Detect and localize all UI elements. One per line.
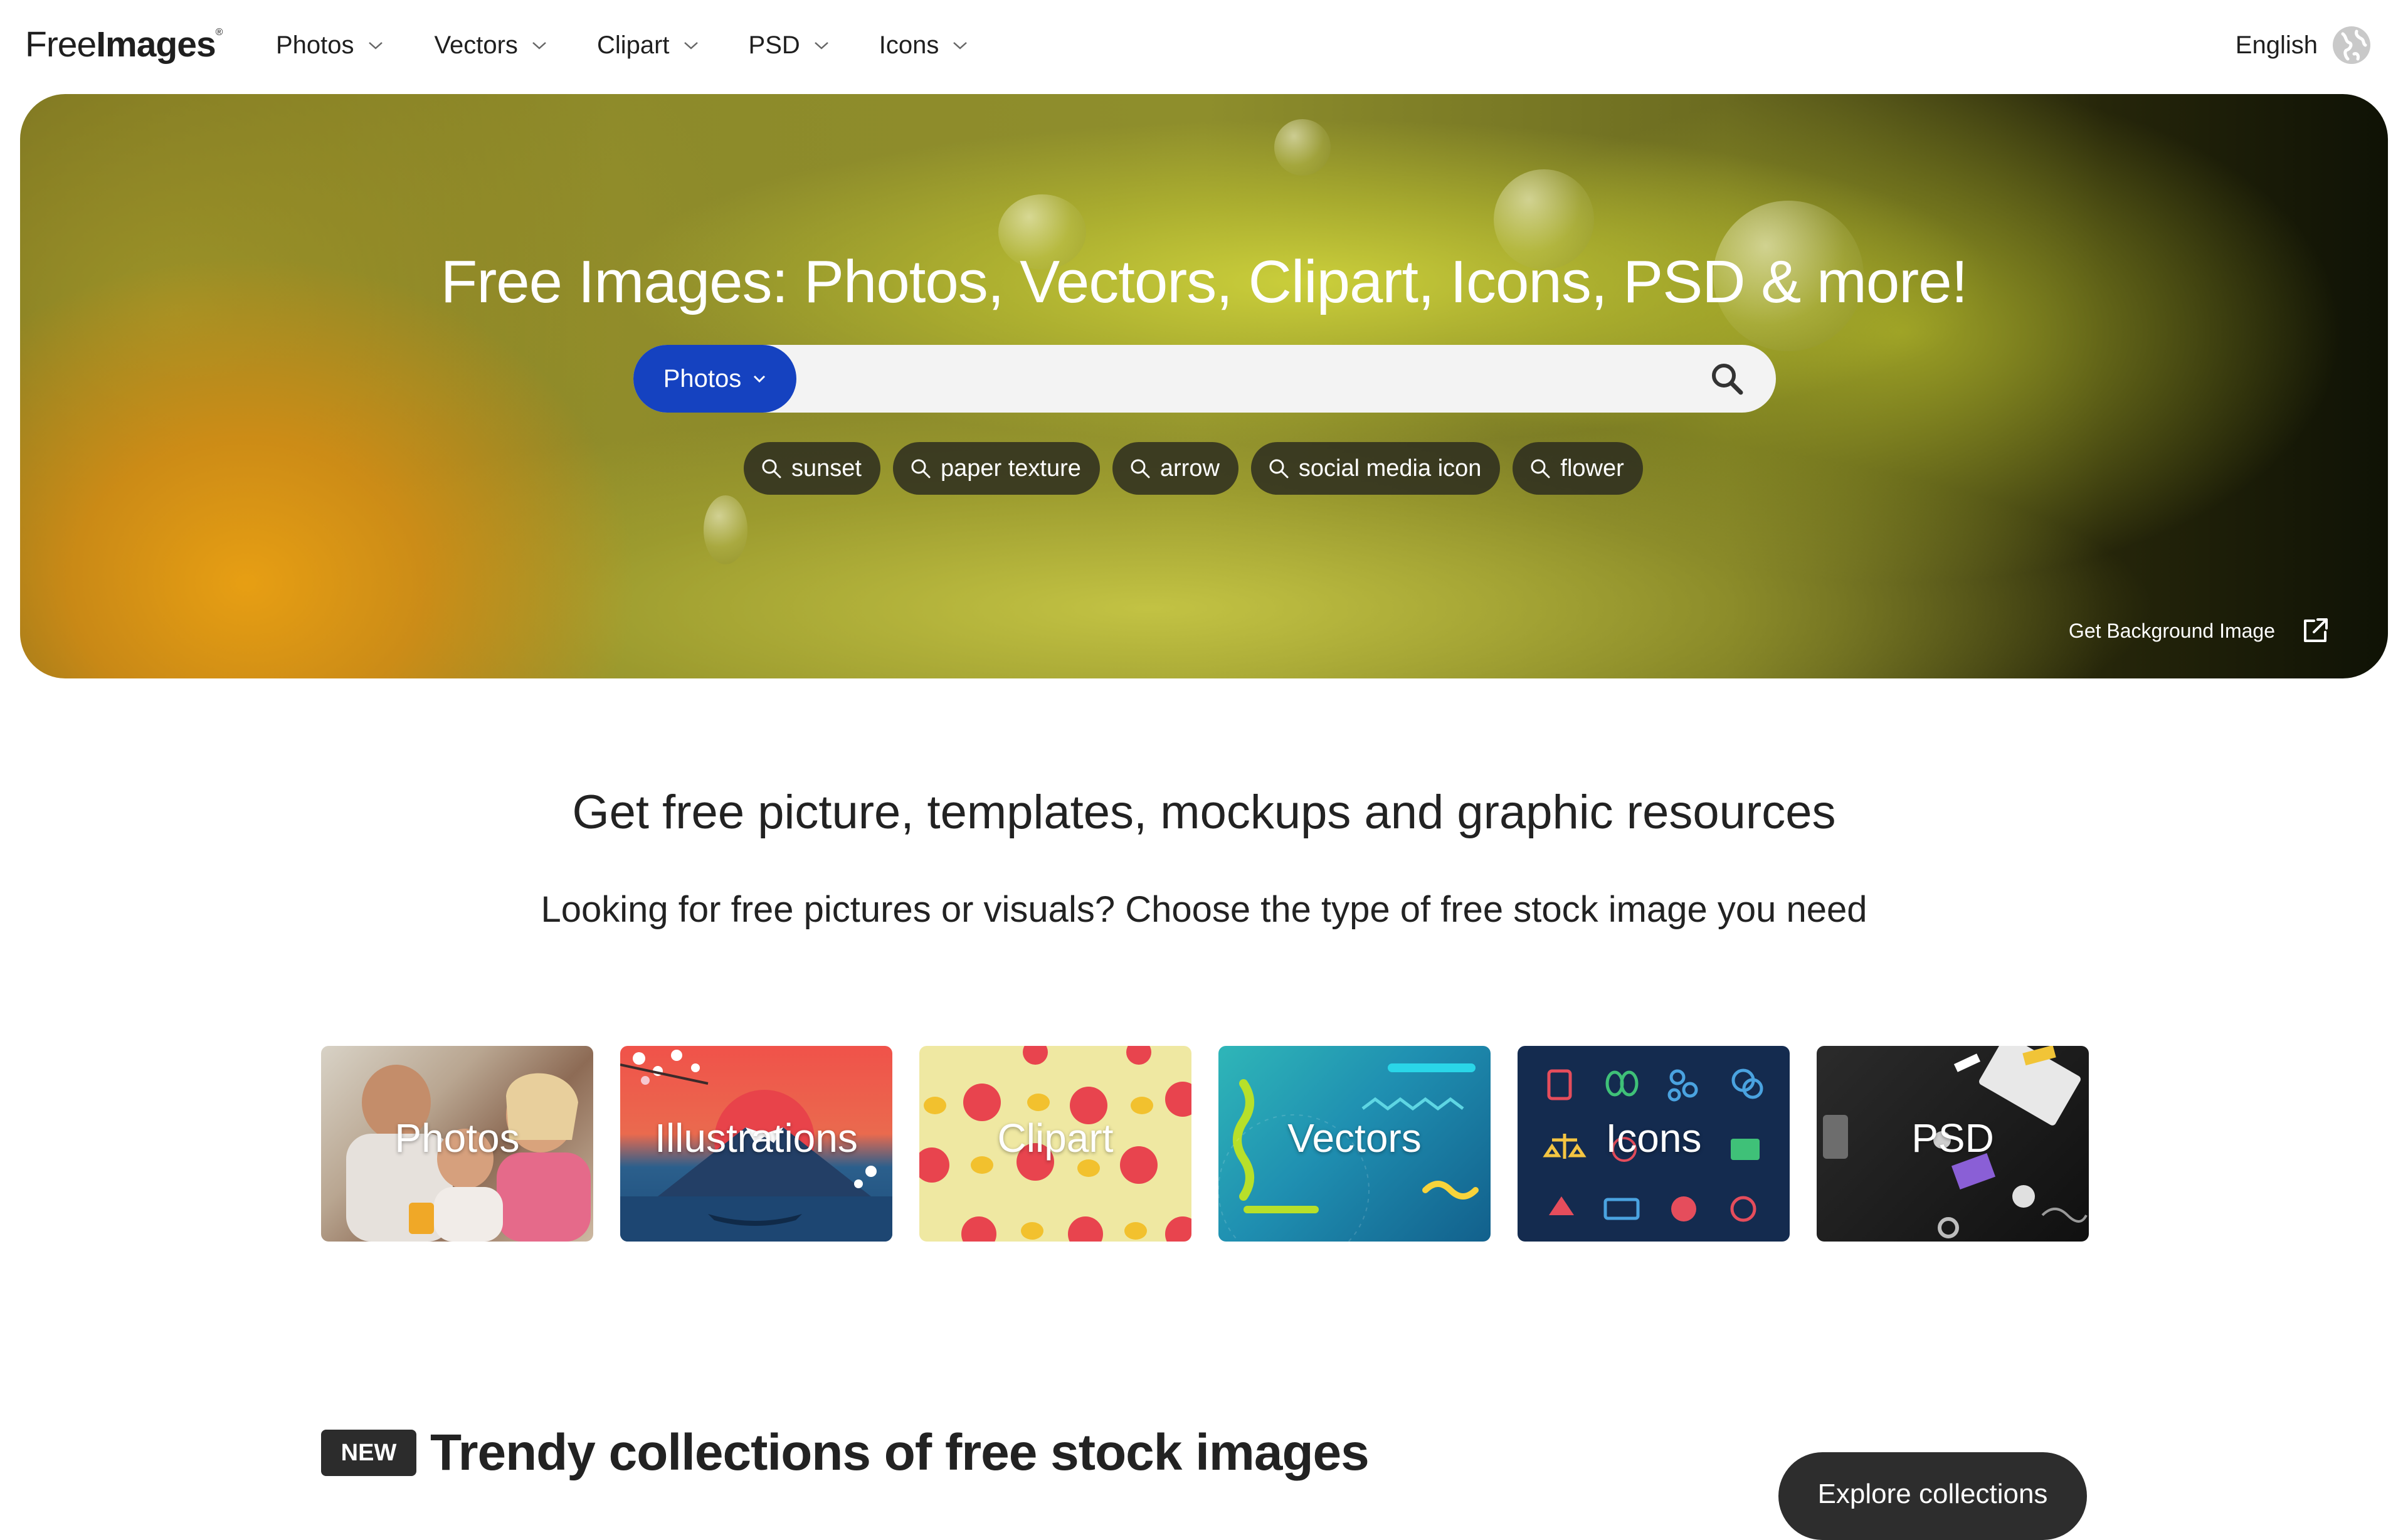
- search-icon: [762, 459, 781, 478]
- search-bar: Photos: [633, 345, 1776, 414]
- menu-item-label: PSD: [748, 31, 800, 59]
- category-tile-label: Icons: [1605, 1115, 1702, 1161]
- chevron-down-icon: [754, 375, 766, 383]
- hero-banner: Free Images: Photos, Vectors, Clipart, I…: [20, 94, 2388, 678]
- menu-item-vectors[interactable]: Vectors: [435, 31, 547, 60]
- menu-item-icons[interactable]: Icons: [879, 31, 968, 60]
- search-tag-label: flower: [1560, 455, 1624, 482]
- category-tile-label: Clipart: [997, 1115, 1114, 1161]
- search-tag[interactable]: arrow: [1112, 442, 1238, 495]
- category-tile-illustrations[interactable]: Illustrations: [620, 1046, 892, 1242]
- search-icon: [911, 459, 931, 478]
- search-tag-label: social media icon: [1298, 455, 1482, 482]
- external-link-icon: [2304, 618, 2328, 642]
- search-tag[interactable]: social media icon: [1250, 442, 1501, 495]
- explore-collections-button[interactable]: Explore collections: [1778, 1452, 2087, 1540]
- category-tile-clipart[interactable]: Clipart: [919, 1046, 1191, 1242]
- main-menu: Photos Vectors Clipart PSD Icons: [276, 31, 1018, 60]
- top-navigation: FreeImages® Photos Vectors Clipart PSD I…: [0, 0, 2408, 94]
- category-tile-photos[interactable]: Photos: [321, 1046, 593, 1242]
- logo-text-bold: Images: [96, 24, 216, 65]
- search-tag[interactable]: paper texture: [892, 442, 1100, 495]
- category-tile-label: Illustrations: [655, 1115, 858, 1161]
- category-tiles: Photos Illustrations Clipart Vectors Ico…: [321, 1046, 2089, 1242]
- search-type-label: Photos: [663, 364, 742, 393]
- search-tag[interactable]: flower: [1513, 442, 1643, 495]
- new-badge: NEW: [321, 1430, 416, 1476]
- globe-icon: [2333, 26, 2370, 64]
- menu-item-clipart[interactable]: Clipart: [597, 31, 699, 60]
- get-background-image-label: Get Background Image: [2068, 619, 2275, 642]
- chevron-down-icon: [684, 41, 698, 50]
- collections-heading: Trendy collections of free stock images: [430, 1424, 1370, 1481]
- logo-registered-mark: ®: [215, 27, 223, 38]
- menu-item-label: Photos: [276, 31, 354, 59]
- category-tile-label: Photos: [394, 1115, 520, 1161]
- menu-item-photos[interactable]: Photos: [276, 31, 383, 60]
- category-tile-label: PSD: [1911, 1115, 1994, 1161]
- language-label: English: [2235, 31, 2318, 59]
- category-tile-psd[interactable]: PSD: [1817, 1046, 2089, 1242]
- water-drop-decoration: [704, 495, 747, 564]
- chevron-down-icon: [532, 41, 546, 50]
- section-subheading: Looking for free pictures or visuals? Ch…: [541, 889, 1867, 930]
- logo-text-light: Free: [25, 24, 97, 65]
- search-icon: [1531, 459, 1550, 478]
- chevron-down-icon: [814, 41, 828, 50]
- search-tag-label: sunset: [791, 455, 862, 482]
- menu-item-psd[interactable]: PSD: [749, 31, 829, 60]
- search-tag[interactable]: sunset: [744, 442, 880, 495]
- popular-search-tags: sunset paper texture arrow social media …: [744, 442, 1656, 495]
- category-tile-icons[interactable]: Icons: [1518, 1046, 1790, 1242]
- menu-item-label: Icons: [879, 31, 939, 59]
- water-drop-decoration: [1274, 119, 1331, 176]
- search-icon: [1131, 459, 1150, 478]
- category-tile-label: Vectors: [1287, 1115, 1422, 1161]
- chevron-down-icon: [368, 41, 383, 50]
- search-tag-label: arrow: [1159, 455, 1220, 482]
- hero-title: Free Images: Photos, Vectors, Clipart, I…: [440, 248, 1968, 315]
- language-selector[interactable]: English: [2236, 25, 2372, 65]
- search-input[interactable]: [815, 345, 1683, 414]
- search-type-dropdown[interactable]: Photos: [633, 345, 796, 413]
- search-tag-label: paper texture: [940, 455, 1081, 482]
- section-heading: Get free picture, templates, mockups and…: [572, 786, 1836, 839]
- search-icon: [1269, 459, 1289, 478]
- get-background-image-link[interactable]: Get Background Image: [2069, 616, 2330, 646]
- category-tile-vectors[interactable]: Vectors: [1218, 1046, 1491, 1242]
- freeimages-logo[interactable]: FreeImages®: [25, 24, 223, 65]
- search-icon[interactable]: [1709, 361, 1745, 396]
- menu-item-label: Vectors: [434, 31, 518, 59]
- chevron-down-icon: [953, 41, 968, 50]
- menu-item-label: Clipart: [596, 31, 670, 59]
